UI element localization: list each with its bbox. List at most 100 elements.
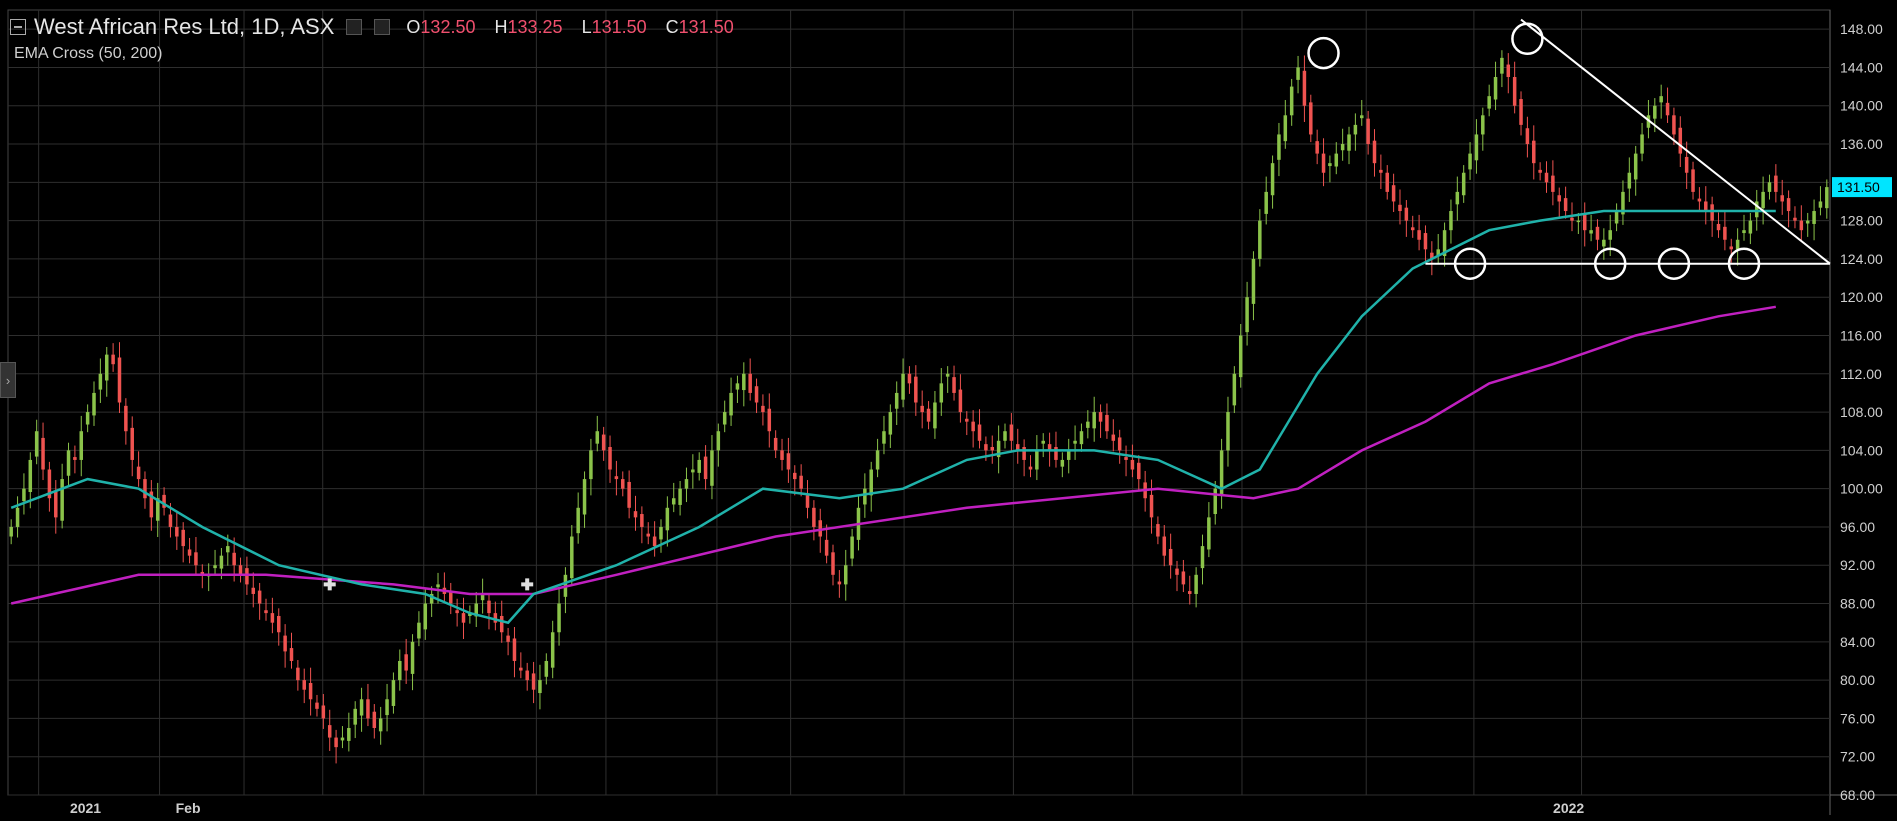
collapse-icon[interactable] bbox=[10, 19, 26, 35]
candle-body bbox=[1283, 115, 1288, 142]
candle-body bbox=[423, 603, 428, 630]
candle-body bbox=[245, 568, 249, 585]
candle-body bbox=[130, 427, 134, 460]
side-panel-handle-icon[interactable]: › bbox=[0, 362, 16, 398]
candle-body bbox=[1035, 450, 1039, 470]
candle-body bbox=[1589, 230, 1593, 234]
candle-body bbox=[1309, 102, 1313, 135]
candle-body bbox=[1506, 64, 1511, 78]
candle-body bbox=[557, 603, 561, 633]
candle-body bbox=[1812, 211, 1816, 224]
candle-body bbox=[621, 479, 625, 489]
candle-body bbox=[1041, 440, 1045, 444]
candle-body bbox=[264, 610, 268, 614]
candle-body bbox=[1767, 182, 1772, 192]
candle-body bbox=[939, 383, 944, 403]
candle-body bbox=[665, 507, 670, 531]
candle-body bbox=[1404, 207, 1409, 221]
candle-body bbox=[1786, 198, 1791, 212]
y-tick-label: 96.00 bbox=[1840, 519, 1875, 535]
candle-body bbox=[1640, 134, 1644, 154]
candle-body bbox=[659, 526, 663, 540]
candle-body bbox=[1296, 67, 1300, 80]
candle-body bbox=[538, 680, 542, 694]
candle-body bbox=[1512, 77, 1517, 106]
candle-body bbox=[1372, 140, 1377, 164]
candle-body bbox=[194, 552, 198, 566]
high-key: H bbox=[494, 16, 508, 37]
candle-body bbox=[1684, 156, 1689, 173]
candle-body bbox=[1774, 175, 1778, 192]
candle-body bbox=[1315, 141, 1319, 154]
candle-body bbox=[965, 418, 969, 422]
low-key: L bbox=[581, 16, 592, 37]
candle-body bbox=[640, 514, 644, 527]
candle-body bbox=[1270, 163, 1275, 196]
candle-body bbox=[296, 667, 300, 681]
y-tick-label: 100.00 bbox=[1840, 481, 1883, 497]
candle-body bbox=[1009, 424, 1014, 441]
candle-body bbox=[1805, 220, 1810, 224]
candle-body bbox=[60, 479, 64, 521]
y-tick-label: 116.00 bbox=[1840, 327, 1882, 343]
y-tick-label: 108.00 bbox=[1840, 404, 1883, 420]
candle-body bbox=[1398, 204, 1402, 212]
candle-body bbox=[780, 450, 784, 460]
candle-body bbox=[531, 673, 536, 690]
ohlc-readout: O132.50 H133.25 L131.50 C131.50 bbox=[406, 17, 747, 38]
candle-body bbox=[1532, 140, 1536, 164]
candle-body bbox=[1003, 431, 1007, 441]
candle-body bbox=[270, 613, 275, 623]
price-chart[interactable]: 148.00144.00140.00136.00132.00128.00124.… bbox=[0, 0, 1897, 821]
candle-body bbox=[1481, 115, 1485, 135]
candle-body bbox=[652, 536, 657, 547]
candle-body bbox=[882, 431, 886, 444]
candle-body bbox=[1742, 230, 1746, 234]
candle-body bbox=[257, 590, 262, 604]
candle-body bbox=[1360, 115, 1364, 119]
candle-body bbox=[1563, 198, 1568, 212]
y-tick-label: 92.00 bbox=[1840, 557, 1875, 573]
candle-body bbox=[289, 648, 294, 661]
y-tick-label: 88.00 bbox=[1840, 596, 1875, 612]
candle-body bbox=[251, 587, 256, 594]
candle-body bbox=[1704, 201, 1708, 212]
candle-body bbox=[1194, 574, 1198, 594]
y-tick-label: 128.00 bbox=[1840, 213, 1883, 229]
candle-body bbox=[1321, 153, 1326, 173]
candle-body bbox=[1073, 440, 1077, 444]
chart-header: West African Res Ltd, 1D, ASX O132.50 H1… bbox=[10, 14, 748, 40]
candle-body bbox=[111, 354, 115, 365]
candle-body bbox=[1474, 134, 1479, 161]
candle-body bbox=[1200, 546, 1205, 569]
candle-body bbox=[1207, 517, 1211, 550]
candle-body bbox=[136, 466, 141, 480]
candle-body bbox=[1735, 239, 1740, 250]
candle-body bbox=[22, 488, 26, 502]
candle-body bbox=[1079, 431, 1084, 445]
candle-body bbox=[519, 667, 523, 671]
candle-body bbox=[799, 475, 803, 489]
candle-body bbox=[933, 402, 937, 429]
candle-body bbox=[614, 476, 619, 480]
candle-body bbox=[945, 373, 950, 377]
candle-body bbox=[907, 373, 912, 384]
candle-body bbox=[742, 373, 746, 391]
candle-body bbox=[1761, 191, 1765, 209]
candle-body bbox=[1066, 450, 1071, 460]
candle-body bbox=[1729, 246, 1734, 250]
y-tick-label: 80.00 bbox=[1840, 672, 1875, 688]
candle-body bbox=[1022, 447, 1026, 460]
candle-body bbox=[1633, 153, 1638, 180]
candle-body bbox=[417, 622, 421, 639]
candle-body bbox=[1659, 96, 1663, 103]
settings-icon[interactable] bbox=[346, 19, 363, 35]
candle-body bbox=[1302, 70, 1307, 106]
candle-body bbox=[1277, 134, 1281, 160]
candle-body bbox=[54, 491, 58, 518]
eye-icon[interactable] bbox=[374, 19, 391, 35]
candle-body bbox=[1264, 191, 1268, 214]
indicator-label[interactable]: EMA Cross (50, 200) bbox=[14, 45, 163, 63]
candle-body bbox=[321, 705, 326, 719]
candle-body bbox=[168, 514, 173, 527]
